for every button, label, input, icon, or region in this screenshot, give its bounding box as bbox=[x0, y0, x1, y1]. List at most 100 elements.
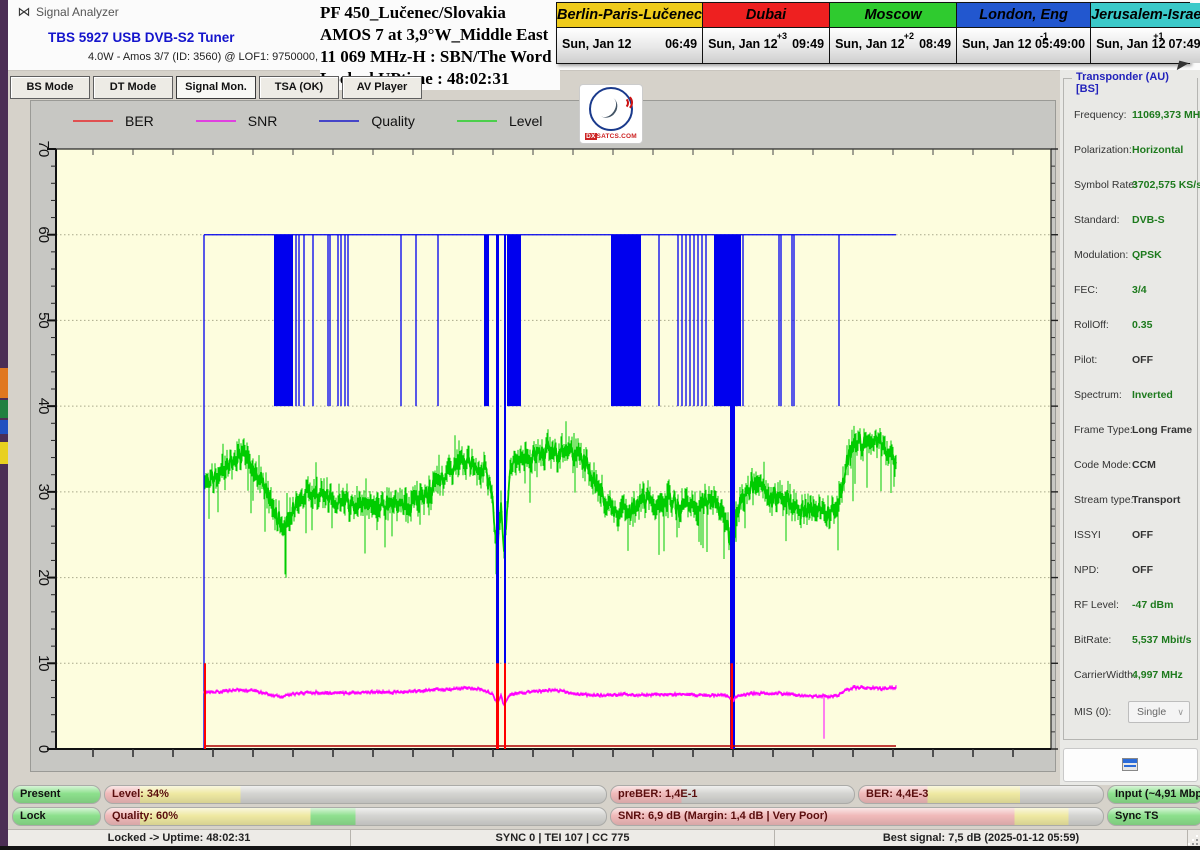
background-chip bbox=[0, 368, 8, 398]
transponder-value: Transport bbox=[1132, 494, 1180, 506]
mis-dropdown[interactable]: Single∨ bbox=[1128, 701, 1190, 723]
toolbar-button-tsa-ok-[interactable]: TSA (OK) bbox=[259, 76, 339, 99]
transponder-groupbox: Transponder (AU) [BS] Frequency:11069,37… bbox=[1063, 78, 1198, 740]
transponder-value: 3702,575 KS/s bbox=[1132, 179, 1200, 191]
logo-dish-icon bbox=[589, 87, 633, 131]
clock-body: Sun, Jan 1206:49 bbox=[557, 28, 702, 63]
clock-date: Sun, Jan 12 bbox=[562, 37, 631, 51]
y-axis-label: 20 bbox=[35, 569, 52, 586]
transponder-value: OFF bbox=[1132, 354, 1153, 366]
transponder-row-symbol-rate-: Symbol Rate:3702,575 KS/s bbox=[1064, 179, 1197, 199]
status-best-signal: Best signal: 7,5 dB (2025-01-12 05:59) bbox=[775, 830, 1188, 847]
note-line: 11 069 MHz-H : SBN/The Word bbox=[320, 46, 560, 68]
transponder-value: 5,537 Mbit/s bbox=[1132, 634, 1192, 646]
clock-utc-offset: +1 bbox=[1153, 31, 1163, 41]
transponder-value: 0.35 bbox=[1132, 319, 1152, 331]
clock-city: Dubai bbox=[703, 3, 829, 28]
mis-label: MIS (0): bbox=[1074, 706, 1111, 718]
world-clocks-widget: Berlin-Paris-LučenecSun, Jan 1206:49Duba… bbox=[556, 2, 1190, 64]
bar-level: Level: 34% bbox=[104, 785, 607, 804]
clock-time: 05:49:00 bbox=[1035, 37, 1085, 51]
clock-date: Sun, Jan 12 bbox=[962, 37, 1031, 51]
clock-city: Jerusalem-Israel bbox=[1091, 3, 1200, 28]
transponder-row-carrierwidth-: CarrierWidth:4,997 MHz bbox=[1064, 669, 1197, 689]
tuner-name: TBS 5927 USB DVB-S2 Tuner bbox=[48, 30, 235, 45]
clock-time: 07:49 bbox=[1169, 37, 1200, 51]
clock-time: 09:49 bbox=[792, 37, 824, 51]
toolbar-button-bs-mode[interactable]: BS Mode bbox=[10, 76, 90, 99]
bar-ber: BER: 4,4E-3 bbox=[858, 785, 1104, 804]
transponder-label: Spectrum: bbox=[1074, 389, 1122, 401]
show-window-button[interactable] bbox=[1063, 748, 1198, 782]
clock-utc-offset: +2 bbox=[904, 31, 914, 41]
transponder-value: OFF bbox=[1132, 564, 1153, 576]
transponder-row-frame-type-: Frame Type:Long Frame bbox=[1064, 424, 1197, 444]
transponder-value: DVB-S bbox=[1132, 214, 1165, 226]
chart-legend: BERSNRQualityLevel bbox=[31, 101, 1055, 141]
transponder-label: BitRate: bbox=[1074, 634, 1111, 646]
clock-time: 08:49 bbox=[919, 37, 951, 51]
bar-present: Present bbox=[12, 785, 101, 804]
transponder-value: QPSK bbox=[1132, 249, 1162, 261]
legend-label: Quality bbox=[371, 113, 415, 129]
transponder-label: CarrierWidth: bbox=[1074, 669, 1136, 681]
transponder-row-issyi: ISSYIOFF bbox=[1064, 529, 1197, 549]
status-bar: Locked -> Uptime: 48:02:31 SYNC 0 | TEI … bbox=[8, 829, 1200, 847]
transponder-value: Long Frame bbox=[1132, 424, 1192, 436]
clock-city: Berlin-Paris-Lučenec bbox=[557, 3, 702, 28]
transponder-label: Modulation: bbox=[1074, 249, 1128, 261]
transponder-row-standard-: Standard:DVB-S bbox=[1064, 214, 1197, 234]
mis-value: Single bbox=[1137, 706, 1166, 718]
monitor-bars-row1: PresentLevel: 34%preBER: 1,4E-1BER: 4,4E… bbox=[12, 785, 1200, 804]
signal-monitor-chart-panel: BERSNRQualityLevel 010203040506070 DXSAT… bbox=[30, 100, 1056, 772]
clock-moscow: MoscowSun, Jan 12+208:49 bbox=[830, 3, 957, 63]
transponder-label: FEC: bbox=[1074, 284, 1098, 296]
dxsatcs-logo: DXSATCS.COM bbox=[579, 84, 643, 144]
bar-snr: SNR: 6,9 dB (Margin: 1,4 dB | Very Poor) bbox=[610, 807, 1104, 826]
clock-berlin-paris-lu-enec: Berlin-Paris-LučenecSun, Jan 1206:49 bbox=[557, 3, 703, 63]
status-sync-counters: SYNC 0 | TEI 107 | CC 775 bbox=[351, 830, 775, 847]
note-line: AMOS 7 at 3,9°W_Middle East bbox=[320, 24, 560, 46]
toolbar-button-signal-mon-[interactable]: Signal Mon. bbox=[176, 76, 256, 99]
transponder-label: NPD: bbox=[1074, 564, 1099, 576]
transponder-label: Code Mode: bbox=[1074, 459, 1131, 471]
background-chip bbox=[0, 420, 8, 434]
transponder-row-fec-: FEC:3/4 bbox=[1064, 284, 1197, 304]
legend-line-swatch bbox=[457, 120, 497, 122]
clock-date: Sun, Jan 12 bbox=[708, 37, 777, 51]
transponder-row-rf-level-: RF Level:-47 dBm bbox=[1064, 599, 1197, 619]
legend-label: SNR bbox=[248, 113, 278, 129]
clock-date: Sun, Jan 12 bbox=[835, 37, 904, 51]
transponder-row-modulation-: Modulation: QPSK bbox=[1064, 249, 1197, 269]
toolbar-button-dt-mode[interactable]: DT Mode bbox=[93, 76, 173, 99]
background-window-edge bbox=[0, 0, 8, 850]
resize-grip[interactable] bbox=[1188, 830, 1200, 847]
clock-body: Sun, Jan 12+3 09:49 bbox=[703, 28, 829, 63]
background-chip bbox=[0, 400, 8, 418]
toolbar-button-av-player[interactable]: AV Player bbox=[342, 76, 422, 99]
bar-preber: preBER: 1,4E-1 bbox=[610, 785, 855, 804]
transponder-row-polarization-: Polarization:Horizontal bbox=[1064, 144, 1197, 164]
legend-line-swatch bbox=[73, 120, 113, 122]
transponder-value: Horizontal bbox=[1132, 144, 1183, 156]
clock-body: Sun, Jan 12-105:49:00 bbox=[957, 28, 1090, 63]
window-button-icon bbox=[1122, 758, 1138, 771]
transponder-label: Stream type: bbox=[1074, 494, 1134, 506]
transponder-label: Frame Type: bbox=[1074, 424, 1133, 436]
transponder-value: -47 dBm bbox=[1132, 599, 1173, 611]
transponder-value: OFF bbox=[1132, 529, 1153, 541]
note-line: PF 450_Lučenec/Slovakia bbox=[320, 2, 560, 24]
legend-item-ber: BER bbox=[73, 113, 154, 129]
clock-jerusalem-israel: Jerusalem-IsraelSun, Jan 12+107:49 bbox=[1091, 3, 1200, 63]
clock-dubai: Dubai Sun, Jan 12+3 09:49 bbox=[703, 3, 830, 63]
transponder-row-spectrum-: Spectrum: Inverted bbox=[1064, 389, 1197, 409]
transponder-value: Inverted bbox=[1132, 389, 1173, 401]
window-title: Signal Analyzer bbox=[36, 5, 119, 19]
screen: ⋈ Signal Analyzer ▢ ✕ TBS 5927 USB DVB-S… bbox=[0, 0, 1200, 850]
signal-chart: 010203040506070 bbox=[31, 141, 1057, 773]
bar-lock: Lock bbox=[12, 807, 101, 826]
transponder-row-code-mode-: Code Mode:CCM bbox=[1064, 459, 1197, 479]
bar-syncts: Sync TS bbox=[1107, 807, 1200, 826]
mode-toolbar: BS ModeDT ModeSignal Mon.TSA (OK)AV Play… bbox=[10, 76, 422, 98]
clock-utc-offset: +3 bbox=[777, 31, 787, 41]
